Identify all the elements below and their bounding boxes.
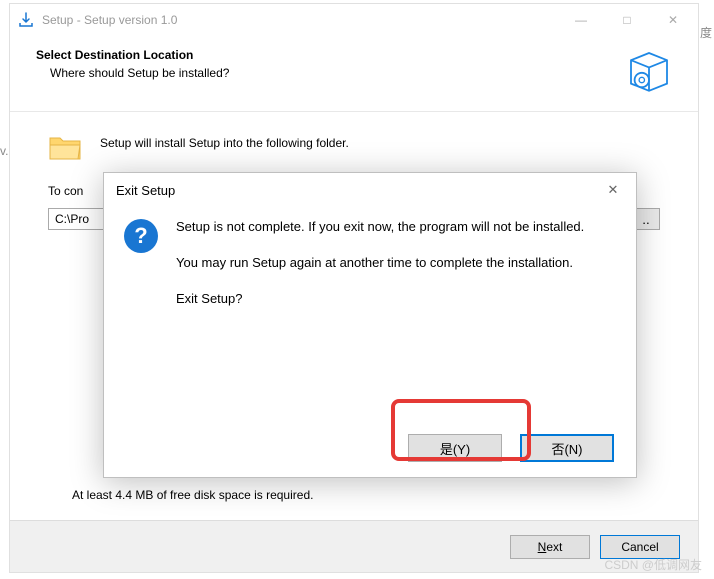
cropped-char-left: v. xyxy=(0,144,8,158)
maximize-button[interactable]: □ xyxy=(604,5,650,35)
window-title: Setup - Setup version 1.0 xyxy=(42,13,558,27)
cropped-char-right: 度 xyxy=(700,24,712,41)
no-button[interactable]: 否(N) xyxy=(520,434,614,462)
package-icon xyxy=(622,44,676,101)
disk-space-text: At least 4.4 MB of free disk space is re… xyxy=(72,488,313,502)
dialog-titlebar: Exit Setup ✕ xyxy=(104,173,636,207)
app-icon xyxy=(18,12,34,28)
cancel-button[interactable]: Cancel xyxy=(600,535,680,559)
folder-icon xyxy=(48,132,82,162)
intro-text: Setup will install Setup into the follow… xyxy=(100,136,349,150)
dialog-close-button[interactable]: ✕ xyxy=(598,178,628,202)
dialog-message: Setup is not complete. If you exit now, … xyxy=(176,217,584,325)
page-subtitle: Where should Setup be installed? xyxy=(50,66,680,80)
page-title: Select Destination Location xyxy=(36,48,680,62)
exit-setup-dialog: Exit Setup ✕ ? Setup is not complete. If… xyxy=(103,172,637,478)
close-button[interactable]: ✕ xyxy=(650,5,696,35)
next-button[interactable]: Next xyxy=(510,535,590,559)
dialog-line1: Setup is not complete. If you exit now, … xyxy=(176,217,584,237)
dialog-line2: You may run Setup again at another time … xyxy=(176,253,584,273)
dialog-title: Exit Setup xyxy=(116,183,598,198)
watermark: CSDN @低调网友 xyxy=(604,556,702,573)
yes-button[interactable]: 是(Y) xyxy=(408,434,502,462)
dialog-line3: Exit Setup? xyxy=(176,289,584,309)
question-icon: ? xyxy=(124,219,158,253)
titlebar: Setup - Setup version 1.0 — □ ✕ xyxy=(10,4,698,36)
footer: Next Cancel xyxy=(10,520,698,572)
dialog-footer: 是(Y) 否(N) xyxy=(104,419,636,477)
minimize-button[interactable]: — xyxy=(558,5,604,35)
header-section: Select Destination Location Where should… xyxy=(10,36,698,112)
